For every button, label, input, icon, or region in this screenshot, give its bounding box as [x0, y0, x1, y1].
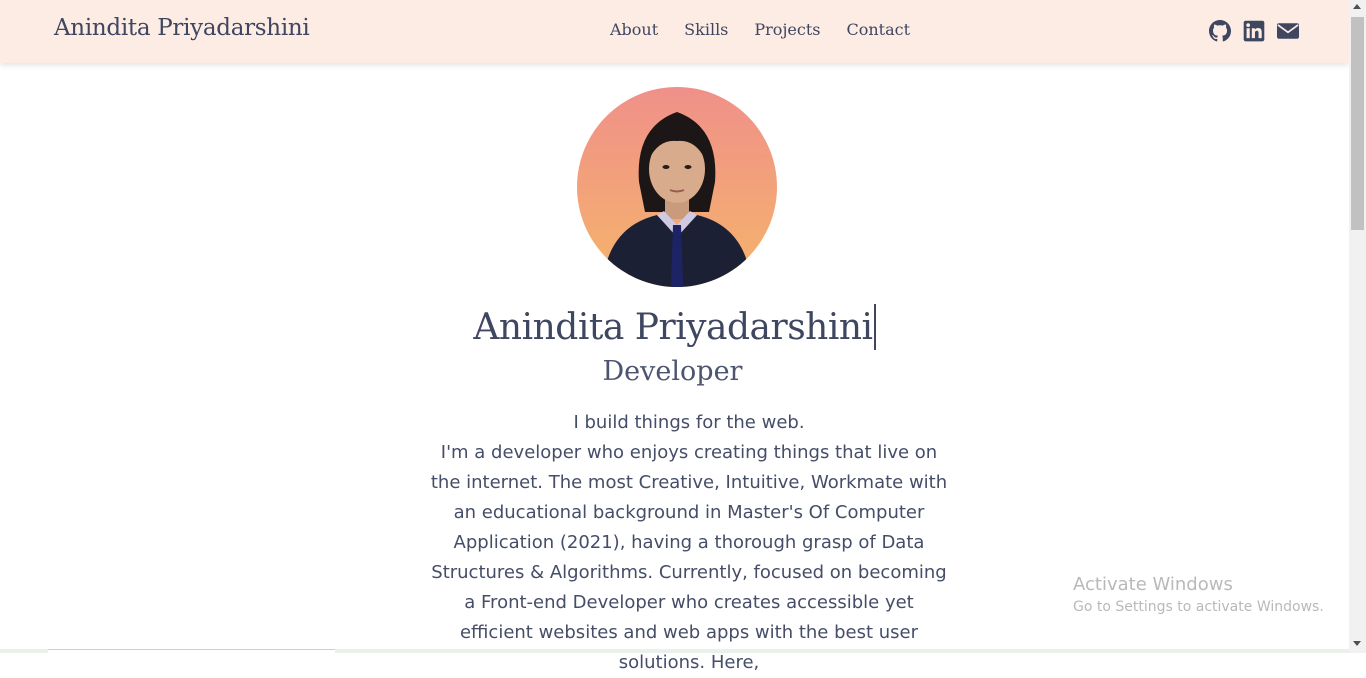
nav-link-projects[interactable]: Projects [754, 20, 820, 39]
social-links [1209, 20, 1299, 42]
intro-tagline: I build things for the web. [573, 412, 805, 433]
watermark-title: Activate Windows [1073, 574, 1233, 595]
hero-name-text: Anindita Priyadarshini [473, 307, 873, 348]
profile-photo-illustration [577, 87, 777, 287]
windows-activation-watermark: Activate Windows Go to Settings to activ… [1073, 573, 1324, 617]
scroll-down-arrow-icon[interactable] [1353, 641, 1361, 646]
watermark-subtitle: Go to Settings to activate Windows. [1073, 599, 1324, 615]
github-icon[interactable] [1209, 20, 1231, 42]
hero-role-subtitle: Developer [602, 356, 743, 387]
envelope-icon[interactable] [1277, 20, 1299, 42]
intro-paragraph: I'm a developer who enjoys creating thin… [430, 442, 948, 673]
linkedin-icon[interactable] [1243, 20, 1265, 42]
vertical-scrollbar[interactable] [1349, 0, 1366, 653]
nav-links: About Skills Projects Contact [610, 20, 910, 39]
taskbar-search-box[interactable] [48, 649, 335, 654]
nav-link-contact[interactable]: Contact [846, 20, 910, 39]
top-navbar: Anindita Priyadarshini About Skills Proj… [0, 0, 1349, 63]
brand-logo-text[interactable]: Anindita Priyadarshini [54, 15, 310, 41]
scroll-up-arrow-icon[interactable] [1353, 4, 1361, 9]
intro-text: I build things for the web. I'm a develo… [428, 408, 950, 678]
nav-link-skills[interactable]: Skills [684, 20, 728, 39]
profile-photo [577, 87, 777, 287]
hero-name-heading: Anindita Priyadarshini [0, 304, 1349, 352]
nav-link-about[interactable]: About [610, 20, 658, 39]
typing-caret [873, 304, 876, 350]
scrollbar-thumb[interactable] [1351, 17, 1364, 230]
